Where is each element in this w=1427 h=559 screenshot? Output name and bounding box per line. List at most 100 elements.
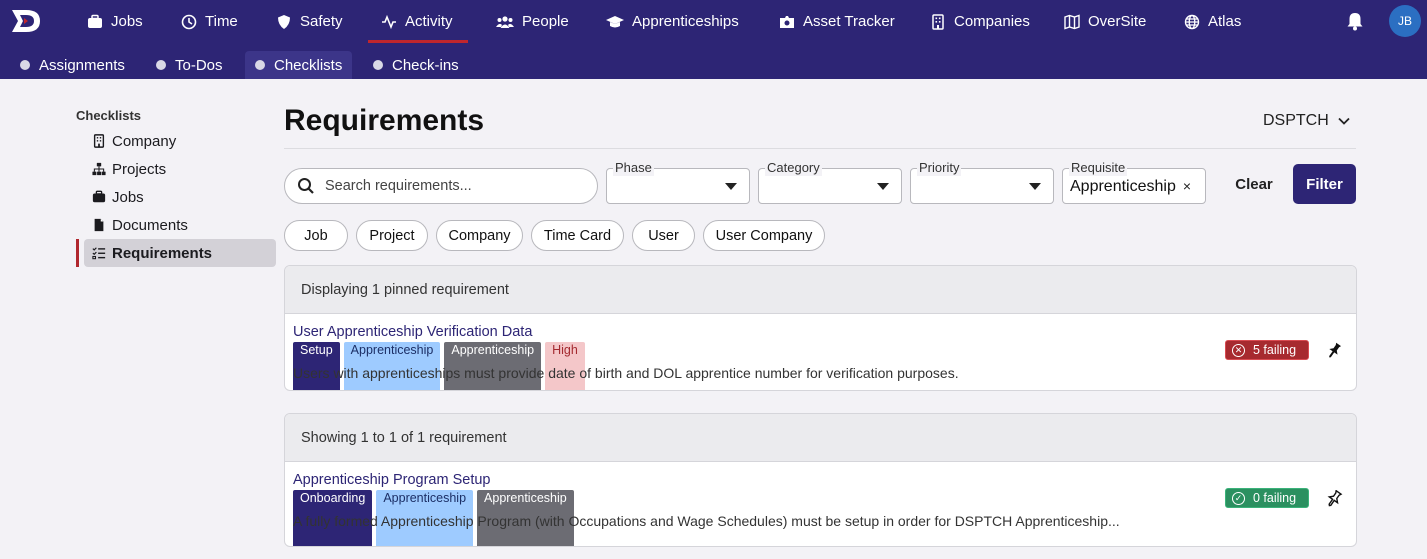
nav-oversite[interactable]: OverSite [1064, 0, 1146, 43]
chip-job[interactable]: Job [284, 220, 348, 251]
chip-user-company[interactable]: User Company [703, 220, 825, 251]
clear-button[interactable]: Clear [1227, 165, 1281, 203]
nav-safety[interactable]: Safety [276, 0, 343, 43]
org-selector[interactable]: DSPTCH [1263, 112, 1351, 130]
clear-requisite-icon[interactable]: × [1183, 178, 1191, 194]
caret-down-icon [725, 183, 737, 190]
nav-label: Atlas [1208, 13, 1242, 30]
building-icon [930, 13, 946, 30]
nav-jobs[interactable]: Jobs [87, 0, 143, 43]
bell-icon[interactable] [1345, 11, 1365, 31]
requirement-description: A fully formed Apprenticeship Program (w… [293, 513, 1120, 529]
pin-icon[interactable] [1325, 342, 1343, 360]
dot-icon [255, 60, 265, 70]
dsptch-logo[interactable] [10, 8, 44, 34]
nav-companies[interactable]: Companies [930, 0, 1030, 43]
phase-select[interactable]: Phase [606, 160, 750, 204]
pin-outline-icon[interactable] [1325, 490, 1343, 508]
priority-label: Priority [917, 160, 962, 176]
sidebar-item-label: Jobs [112, 188, 144, 206]
nav-time[interactable]: Time [181, 0, 238, 43]
status-badge[interactable]: ✓ 0 failing [1225, 488, 1309, 508]
tab-assignments[interactable]: Assignments [10, 51, 135, 79]
nav-people[interactable]: People [496, 0, 569, 43]
category-select[interactable]: Category [758, 160, 902, 204]
sidebar-item-label: Documents [112, 216, 188, 234]
briefcase-icon [92, 190, 106, 203]
search-box[interactable] [284, 168, 598, 204]
requisite-select[interactable]: Requisite Apprenticeship × [1062, 160, 1206, 204]
map-icon [1064, 14, 1080, 30]
chip-user[interactable]: User [632, 220, 695, 251]
chevron-down-icon [1338, 117, 1350, 125]
asset-icon [779, 14, 795, 30]
nav-label: Jobs [111, 13, 143, 30]
briefcase-icon [87, 14, 103, 30]
check-circle-icon: ✓ [1232, 491, 1245, 505]
globe-icon [1184, 14, 1200, 30]
nav-label: Companies [954, 13, 1030, 30]
sidebar-item-documents[interactable]: Documents [84, 211, 276, 239]
caret-down-icon [877, 183, 889, 190]
x-circle-icon: ✕ [1232, 343, 1245, 357]
status-label: 0 failing [1253, 491, 1297, 505]
search-input[interactable] [325, 178, 585, 194]
filter-button[interactable]: Filter [1293, 164, 1356, 204]
priority-select[interactable]: Priority [910, 160, 1054, 204]
tab-label: Assignments [39, 56, 125, 74]
tab-label: To-Dos [175, 56, 223, 74]
nav-apprenticeships[interactable]: Apprenticeships [606, 0, 739, 43]
chip-time-card[interactable]: Time Card [531, 220, 624, 251]
requisite-label: Requisite [1069, 160, 1128, 176]
phase-label: Phase [613, 160, 654, 176]
requirement-title[interactable]: Apprenticeship Program Setup [293, 472, 490, 488]
sub-nav: Assignments To-Dos Checklists Check-ins [0, 43, 1427, 79]
requisite-value: Apprenticeship [1070, 178, 1176, 195]
requirement-title[interactable]: User Apprenticeship Verification Data [293, 324, 532, 340]
status-badge[interactable]: ✕ 5 failing [1225, 340, 1309, 360]
avatar[interactable]: JB [1389, 5, 1421, 37]
people-icon [496, 14, 514, 30]
nav-label: People [522, 13, 569, 30]
requirement-description: Users with apprenticeships must provide … [293, 365, 959, 381]
dot-icon [20, 60, 30, 70]
chip-company[interactable]: Company [436, 220, 523, 251]
sidebar-item-label: Projects [112, 160, 167, 178]
sidebar-item-label: Company [112, 132, 177, 150]
sitemap-icon [92, 162, 106, 176]
sidebar-title: Checklists [76, 108, 142, 123]
status-label: 5 failing [1253, 343, 1297, 357]
sidebar-item-requirements[interactable]: Requirements [84, 239, 276, 267]
shield-icon [276, 14, 292, 30]
results-heading: Showing 1 to 1 of 1 requirement [285, 414, 1356, 462]
pinned-heading: Displaying 1 pinned requirement [285, 266, 1356, 314]
chip-project[interactable]: Project [356, 220, 428, 251]
nav-asset-tracker[interactable]: Asset Tracker [779, 0, 895, 43]
list-item: Apprenticeship Program Setup Onboarding … [285, 462, 1356, 546]
building-icon [93, 134, 105, 148]
graduation-cap-icon [606, 14, 624, 30]
tab-checkins[interactable]: Check-ins [363, 51, 469, 79]
divider [284, 148, 1356, 149]
nav-label: Asset Tracker [803, 13, 895, 30]
nav-atlas[interactable]: Atlas [1184, 0, 1241, 43]
tab-label: Checklists [274, 56, 343, 74]
sidebar-item-company[interactable]: Company [84, 127, 276, 155]
nav-label: OverSite [1088, 13, 1147, 30]
nav-label: Activity [405, 13, 453, 30]
tab-todos[interactable]: To-Dos [146, 51, 233, 79]
dot-icon [373, 60, 383, 70]
org-label: DSPTCH [1263, 112, 1329, 129]
tab-label: Check-ins [392, 56, 459, 74]
tab-checklists[interactable]: Checklists [245, 51, 353, 79]
nav-label: Apprenticeships [632, 13, 739, 30]
sidebar-item-jobs[interactable]: Jobs [84, 183, 276, 211]
caret-down-icon [1029, 183, 1041, 190]
list-item: User Apprenticeship Verification Data Se… [285, 314, 1356, 390]
search-icon [298, 178, 314, 194]
sidebar-active-indicator [76, 239, 79, 267]
nav-activity[interactable]: Activity [381, 0, 453, 43]
sidebar-item-projects[interactable]: Projects [84, 155, 276, 183]
nav-label: Time [205, 13, 238, 30]
pinned-panel: Displaying 1 pinned requirement User App… [284, 265, 1357, 391]
